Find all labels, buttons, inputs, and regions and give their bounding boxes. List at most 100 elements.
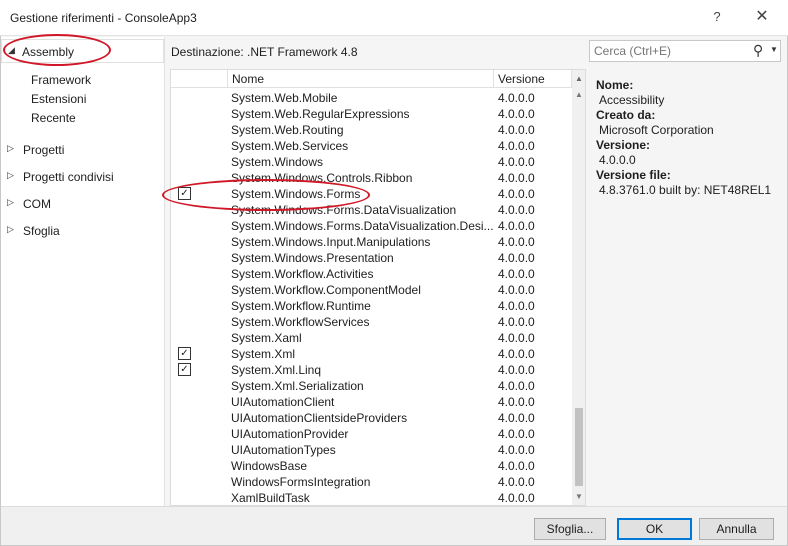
assembly-name: System.Web.RegularExpressions <box>231 107 410 121</box>
table-row[interactable]: System.Windows.Forms.DataVisualization.D… <box>171 218 572 234</box>
assembly-version: 4.0.0.0 <box>498 427 535 441</box>
detail-name-value: Accessibility <box>599 93 665 107</box>
table-row[interactable]: UIAutomationTypes 4.0.0.0 <box>171 442 572 458</box>
table-row[interactable]: System.Windows 4.0.0.0 <box>171 154 572 170</box>
assembly-name: System.Windows.Forms.DataVisualization <box>231 203 457 217</box>
assembly-version: 4.0.0.0 <box>498 139 535 153</box>
table-row[interactable]: System.Web.Mobile 4.0.0.0 <box>171 90 572 106</box>
close-icon[interactable]: ✕ <box>752 6 772 26</box>
assembly-name: System.WorkflowServices <box>231 315 370 329</box>
sidebar-item-label: Framework <box>31 73 92 87</box>
table-row[interactable]: System.Web.Services 4.0.0.0 <box>171 138 572 154</box>
assembly-name: System.Web.Mobile <box>231 91 338 105</box>
assembly-version: 4.0.0.0 <box>498 395 535 409</box>
table-row[interactable]: System.Xaml 4.0.0.0 <box>171 330 572 346</box>
assembly-version: 4.0.0.0 <box>498 203 535 217</box>
table-row[interactable]: System.Web.RegularExpressions 4.0.0.0 <box>171 106 572 122</box>
column-header-label: Nome <box>232 72 265 86</box>
table-row[interactable]: System.Windows.Presentation 4.0.0.0 <box>171 250 572 266</box>
ok-button[interactable]: OK <box>617 518 692 540</box>
assembly-version: 4.0.0.0 <box>498 347 535 361</box>
sidebar-item-com[interactable]: ▷ COM <box>1 192 164 216</box>
table-row[interactable]: System.Windows.Forms.DataVisualization 4.… <box>171 202 572 218</box>
table-row[interactable]: System.Workflow.Activities 4.0.0.0 <box>171 266 572 282</box>
assembly-name: System.Windows.Forms.DataVisualization.D… <box>231 219 493 233</box>
column-header-label: Versione <box>498 72 545 86</box>
detail-version-value: 4.0.0.0 <box>599 153 636 167</box>
assembly-name: System.Workflow.Runtime <box>231 299 371 313</box>
collapsed-arrow-icon: ▷ <box>7 143 14 153</box>
assembly-name: System.Windows.Controls.Ribbon <box>231 171 413 185</box>
assembly-name: UIAutomationTypes <box>231 443 336 457</box>
table-row[interactable]: System.Xml.Serialization 4.0.0.0 <box>171 378 572 394</box>
browse-button[interactable]: Sfoglia... <box>534 518 606 540</box>
assembly-name: System.Windows.Forms <box>231 187 361 201</box>
sidebar-item-label: Estensioni <box>31 92 87 106</box>
assembly-version: 4.0.0.0 <box>498 363 535 377</box>
chevron-down-icon[interactable]: ▼ <box>770 45 778 54</box>
column-header-check[interactable] <box>171 70 228 88</box>
assembly-list[interactable]: Nome Versione ▲ System.Web.Mobile 4.0.0.0… <box>170 69 586 506</box>
target-framework-label: Destinazione: .NET Framework 4.8 <box>171 45 358 59</box>
sidebar-item-assembly[interactable]: ◢ Assembly <box>1 39 164 63</box>
assembly-name: System.Workflow.ComponentModel <box>231 283 421 297</box>
table-row[interactable]: WindowsFormsIntegration 4.0.0.0 <box>171 474 572 490</box>
help-icon[interactable]: ? <box>709 9 725 24</box>
assembly-version: 4.0.0.0 <box>498 443 535 457</box>
scroll-down-icon[interactable]: ▼ <box>572 492 585 501</box>
assembly-name: System.Web.Routing <box>231 123 344 137</box>
scroll-thumb[interactable] <box>575 408 583 486</box>
table-row[interactable]: UIAutomationClientsideProviders 4.0.0.0 <box>171 410 572 426</box>
sidebar-item-label: COM <box>23 197 51 211</box>
table-row[interactable]: System.Workflow.Runtime 4.0.0.0 <box>171 298 572 314</box>
detail-name-label: Nome: <box>596 78 634 92</box>
table-row[interactable]: System.Windows.Controls.Ribbon 4.0.0.0 <box>171 170 572 186</box>
sidebar-item-progetti[interactable]: ▷ Progetti <box>1 138 164 162</box>
search-icon[interactable]: ⚲ <box>753 42 763 59</box>
table-row[interactable]: System.WorkflowServices 4.0.0.0 <box>171 314 572 330</box>
sidebar-item-sfoglia[interactable]: ▷ Sfoglia <box>1 219 164 243</box>
assembly-name: System.Windows <box>231 155 324 169</box>
checkbox-checked[interactable]: ✓ <box>178 363 191 376</box>
sidebar-item-progetti-condivisi[interactable]: ▷ Progetti condivisi <box>1 165 164 189</box>
title-bar: Gestione riferimenti - ConsoleApp3 ? ✕ <box>0 0 788 36</box>
search-box[interactable]: ⚲ ▼ <box>589 40 781 62</box>
detail-created-value: Microsoft Corporation <box>599 123 714 137</box>
table-row[interactable]: System.Web.Routing 4.0.0.0 <box>171 122 572 138</box>
table-row[interactable]: ✓ System.Windows.Forms 4.0.0.0 <box>171 186 572 202</box>
sidebar-item-recente[interactable]: Recente <box>1 109 164 133</box>
column-header-version[interactable]: Versione <box>494 70 572 88</box>
assembly-version: 4.0.0.0 <box>498 123 535 137</box>
assembly-name: UIAutomationClientsideProviders <box>231 411 408 425</box>
assembly-name: System.Windows.Input.Manipulations <box>231 235 431 249</box>
table-row[interactable]: ✓ System.Xml.Linq 4.0.0.0 <box>171 362 572 378</box>
table-row[interactable]: System.Workflow.ComponentModel 4.0.0.0 <box>171 282 572 298</box>
assembly-version: 4.0.0.0 <box>498 251 535 265</box>
cancel-button[interactable]: Annulla <box>699 518 774 540</box>
detail-created-label: Creato da: <box>596 108 656 122</box>
assembly-name: UIAutomationClient <box>231 395 335 409</box>
sidebar-item-label: Sfoglia <box>23 224 60 238</box>
window-title: Gestione riferimenti - ConsoleApp3 <box>10 11 197 25</box>
assembly-name: System.Xml.Serialization <box>231 379 364 393</box>
scroll-up-icon[interactable]: ▲ <box>572 90 585 99</box>
collapsed-arrow-icon: ▷ <box>7 170 14 180</box>
checkbox-checked[interactable]: ✓ <box>178 187 191 200</box>
search-input[interactable] <box>594 43 744 59</box>
checkbox-checked[interactable]: ✓ <box>178 347 191 360</box>
assembly-version: 4.0.0.0 <box>498 155 535 169</box>
assembly-name: XamlBuildTask <box>231 491 310 505</box>
detail-file-version-value: 4.8.3761.0 built by: NET48REL1 <box>599 183 772 197</box>
table-row[interactable]: UIAutomationProvider 4.0.0.0 <box>171 426 572 442</box>
table-row[interactable]: WindowsBase 4.0.0.0 <box>171 458 572 474</box>
column-header-name[interactable]: Nome <box>228 70 494 88</box>
assembly-version: 4.0.0.0 <box>498 315 535 329</box>
sort-up-icon[interactable]: ▲ <box>572 70 585 88</box>
table-row[interactable]: XamlBuildTask 4.0.0.0 <box>171 490 572 505</box>
assembly-version: 4.0.0.0 <box>498 219 535 233</box>
assembly-version: 4.0.0.0 <box>498 491 535 505</box>
table-row[interactable]: System.Windows.Input.Manipulations 4.0.0.… <box>171 234 572 250</box>
vertical-scrollbar[interactable]: ▲ ▼ <box>572 88 585 505</box>
table-row[interactable]: ✓ System.Xml 4.0.0.0 <box>171 346 572 362</box>
table-row[interactable]: UIAutomationClient 4.0.0.0 <box>171 394 572 410</box>
